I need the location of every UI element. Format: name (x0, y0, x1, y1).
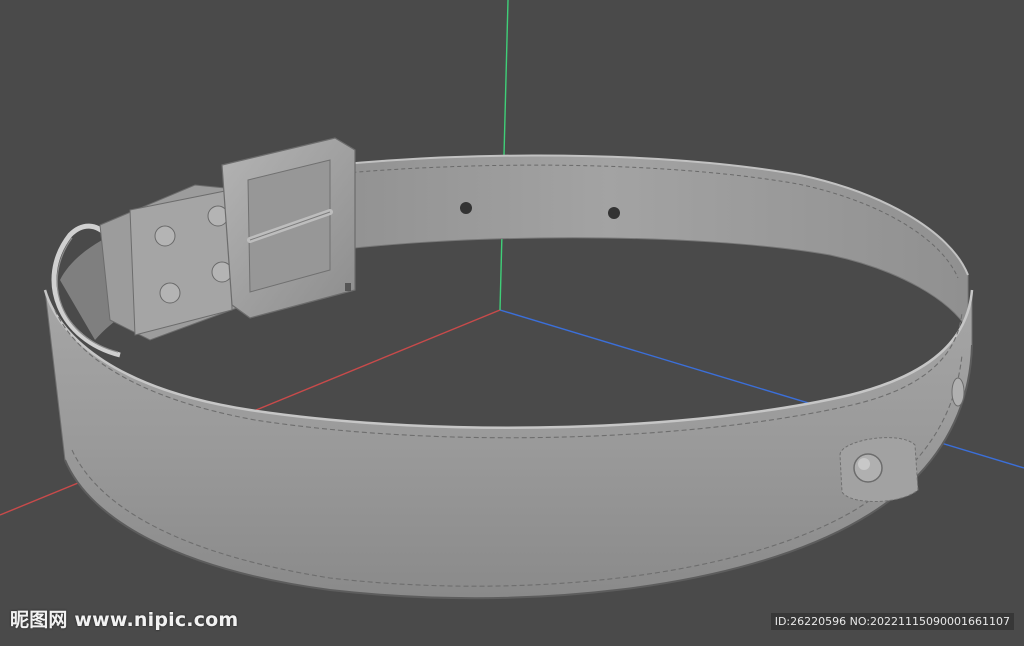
rivet-side (951, 377, 965, 407)
rivet (154, 225, 176, 247)
belt-hole (460, 202, 472, 214)
belt-keeper (99, 184, 246, 341)
3d-viewport[interactable]: 昵图网 www.nipic.com ID:26220596 NO:2022111… (0, 0, 1024, 642)
buckle (221, 137, 356, 319)
watermark-id: ID:26220596 NO:20221115090001661107 (770, 613, 1014, 630)
rivet (159, 282, 181, 304)
watermark-site: 昵图网 www.nipic.com (10, 609, 239, 631)
belt-front-band (44, 289, 973, 599)
scene-canvas (0, 0, 1024, 600)
belt-hole (608, 207, 620, 219)
belt-back-band (249, 155, 969, 332)
